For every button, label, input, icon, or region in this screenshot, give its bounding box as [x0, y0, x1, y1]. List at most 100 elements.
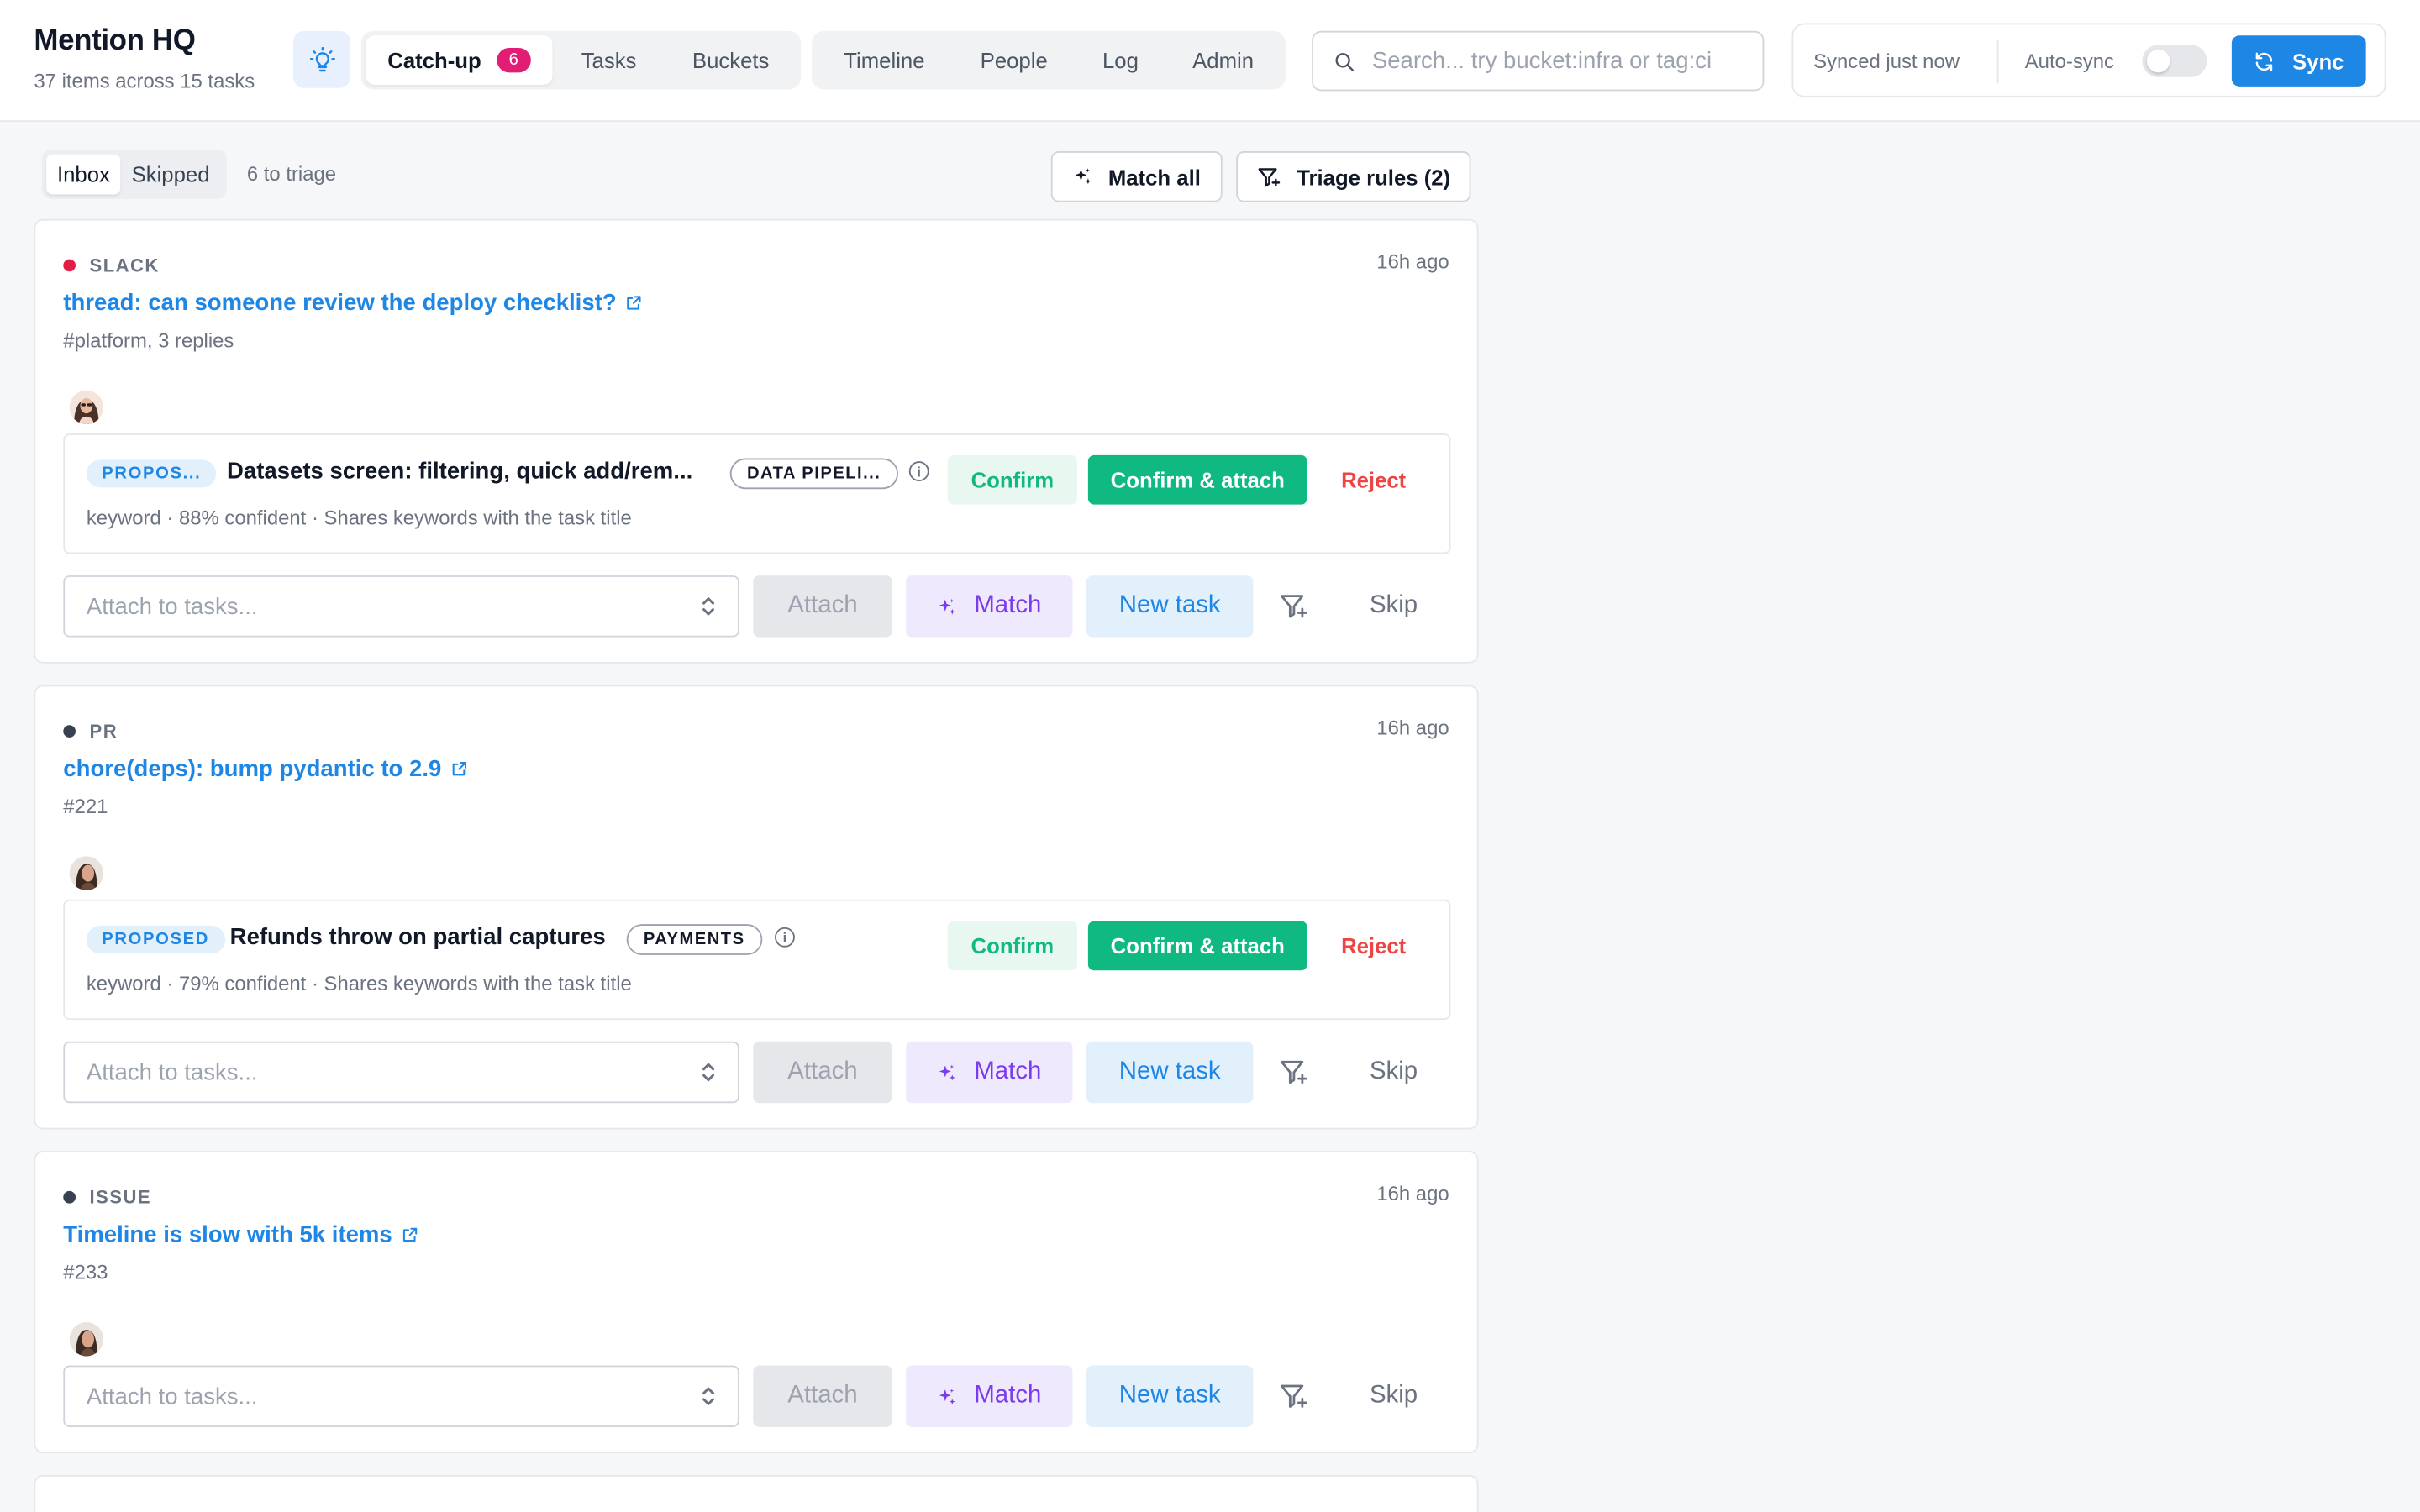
- skip-button[interactable]: Skip: [1355, 1042, 1433, 1103]
- refresh-icon: [2256, 51, 2273, 71]
- mention-subtitle: #221: [63, 794, 108, 818]
- source-label: ISSUE: [63, 1186, 151, 1208]
- add-rule-button[interactable]: [1278, 1381, 1312, 1415]
- proposed-badge: PROPOS...: [86, 459, 217, 488]
- external-link-icon: [452, 762, 467, 776]
- card-actions: Attach to tasks... Attach Match New task: [63, 1041, 1452, 1104]
- match-button[interactable]: Match: [906, 575, 1073, 638]
- mention-title-link[interactable]: Timeline is slow with 5k items: [63, 1222, 418, 1248]
- filter-plus-icon: [1281, 1384, 1307, 1408]
- triage-rules-button[interactable]: Triage rules (2): [1236, 150, 1471, 202]
- mention-subtitle: #platform, 3 replies: [63, 328, 234, 352]
- tab-tasks[interactable]: Tasks: [553, 35, 666, 85]
- mention-card: PR 16h ago chore(deps): bump pydantic to…: [34, 685, 1479, 1130]
- source-name: SLACK: [89, 255, 160, 276]
- confirm-attach-button[interactable]: Confirm & attach: [1087, 454, 1307, 505]
- new-task-button[interactable]: New task: [1086, 1041, 1254, 1104]
- match-button[interactable]: Match: [906, 1041, 1073, 1104]
- brand: Mention HQ 37 items across 15 tasks: [34, 24, 255, 92]
- app-subtitle: 37 items across 15 tasks: [34, 69, 255, 93]
- match-button[interactable]: Match: [906, 1365, 1073, 1427]
- catch-up-count-badge: 6: [497, 47, 531, 73]
- tab-label: Log: [1102, 47, 1139, 73]
- sparkle-icon: [939, 1388, 956, 1404]
- skip-button[interactable]: Skip: [1355, 1365, 1433, 1426]
- triage-count: 6 to triage: [246, 161, 337, 186]
- confirm-button[interactable]: Confirm: [947, 454, 1078, 505]
- bucket-tag: DATA PIPELI...: [729, 458, 898, 490]
- task-proposal: PROPOSED Refunds throw on partial captur…: [63, 899, 1451, 1021]
- new-task-button[interactable]: New task: [1086, 575, 1254, 638]
- chevron-updown-icon: [702, 1387, 715, 1405]
- view-skipped[interactable]: Skipped: [121, 155, 221, 195]
- tab-label: People: [980, 47, 1048, 73]
- toggle-knob: [2146, 49, 2170, 73]
- tab-log[interactable]: Log: [1076, 35, 1165, 85]
- source-label: PR: [63, 721, 118, 742]
- mention-title: Timeline is slow with 5k items: [63, 1221, 392, 1248]
- tab-people[interactable]: People: [952, 35, 1076, 85]
- timestamp: 16h ago: [1376, 1181, 1449, 1205]
- chevron-updown-icon: [702, 597, 715, 616]
- lightbulb-icon: [308, 46, 334, 71]
- attach-tasks-select[interactable]: Attach to tasks...: [63, 575, 739, 638]
- lightbulb-button[interactable]: [292, 30, 350, 88]
- source-label: SLACK: [63, 255, 160, 276]
- add-rule-button[interactable]: [1278, 591, 1312, 624]
- app-header: Mention HQ 37 items across 15 tasks Catc…: [0, 0, 2420, 123]
- attach-tasks-select[interactable]: Attach to tasks...: [63, 1365, 739, 1427]
- tab-timeline[interactable]: Timeline: [817, 35, 953, 85]
- tab-admin[interactable]: Admin: [1165, 35, 1281, 85]
- mention-card: ISSUE 16h ago Timeline is slow with 5k i…: [34, 1151, 1479, 1454]
- add-rule-button[interactable]: [1278, 1057, 1312, 1090]
- external-link-icon: [403, 1227, 418, 1242]
- bucket-tag: PAYMENTS: [626, 924, 762, 955]
- task-proposal: PROPOS... Datasets screen: filtering, qu…: [63, 433, 1451, 554]
- attach-button[interactable]: Attach: [753, 1041, 892, 1104]
- attach-placeholder: Attach to tasks...: [86, 1058, 258, 1086]
- timestamp: 16h ago: [1376, 716, 1449, 739]
- tab-label: Buckets: [692, 47, 770, 73]
- app-title: Mention HQ: [34, 24, 196, 57]
- sync-button-label: Sync: [2291, 48, 2344, 74]
- autosync-label: Auto-sync: [2024, 49, 2114, 73]
- proposed-task-title: Refunds throw on partial captures: [229, 924, 606, 951]
- secondary-tabs: Timeline People Log Admin: [812, 30, 1286, 90]
- tab-label: Admin: [1192, 47, 1255, 73]
- card-actions: Attach to tasks... Attach Match New task: [63, 1365, 1452, 1427]
- avatar: [69, 1322, 104, 1357]
- attach-placeholder: Attach to tasks...: [86, 1383, 258, 1410]
- reject-button[interactable]: Reject: [1328, 455, 1420, 505]
- match-all-button[interactable]: Match all: [1050, 150, 1223, 202]
- match-label: Match: [974, 1058, 1042, 1085]
- mention-title-link[interactable]: chore(deps): bump pydantic to 2.9: [63, 756, 467, 782]
- card-actions: Attach to tasks... Attach Match New task: [63, 575, 1452, 638]
- info-icon[interactable]: i: [908, 461, 929, 482]
- match-label: Match: [974, 592, 1042, 619]
- tab-buckets[interactable]: Buckets: [666, 35, 797, 85]
- sparkle-icon: [939, 1063, 956, 1080]
- avatar: [69, 390, 104, 425]
- search-input[interactable]: [1371, 47, 1743, 75]
- info-icon[interactable]: i: [775, 927, 795, 948]
- match-all-label: Match all: [1107, 164, 1201, 189]
- tab-label: Catch-up: [387, 47, 481, 73]
- source-name: ISSUE: [89, 1186, 152, 1209]
- new-task-button[interactable]: New task: [1086, 1365, 1254, 1427]
- mention-title-link[interactable]: thread: can someone review the deploy ch…: [63, 290, 643, 317]
- attach-button[interactable]: Attach: [753, 1365, 892, 1427]
- sync-button[interactable]: Sync: [2231, 35, 2366, 87]
- timestamp: 16h ago: [1376, 249, 1449, 274]
- attach-tasks-select[interactable]: Attach to tasks...: [63, 1041, 739, 1104]
- source-dot: [63, 1190, 76, 1204]
- autosync-toggle[interactable]: [2142, 45, 2207, 77]
- filter-plus-icon: [1258, 167, 1281, 186]
- view-inbox[interactable]: Inbox: [46, 154, 121, 195]
- confirm-button[interactable]: Confirm: [947, 921, 1078, 971]
- attach-button[interactable]: Attach: [753, 575, 892, 638]
- search-box: [1312, 30, 1765, 92]
- confirm-attach-button[interactable]: Confirm & attach: [1087, 921, 1307, 971]
- reject-button[interactable]: Reject: [1328, 921, 1420, 971]
- skip-button[interactable]: Skip: [1355, 575, 1433, 637]
- tab-catch-up[interactable]: Catch-up 6: [366, 35, 553, 86]
